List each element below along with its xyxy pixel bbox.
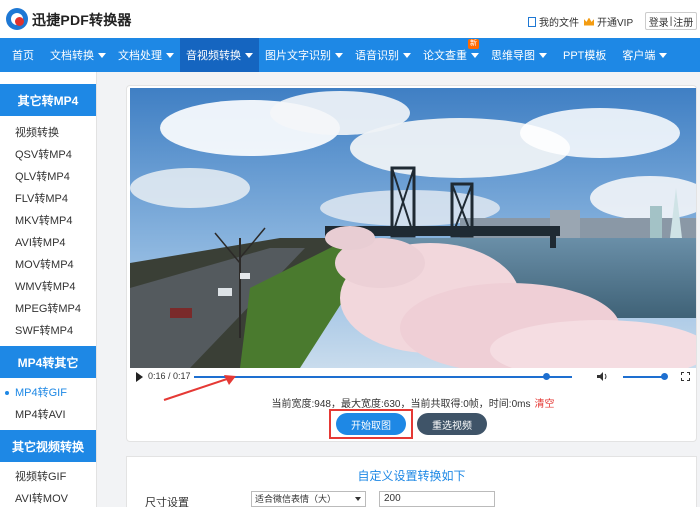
chevron-down-icon <box>659 52 668 58</box>
play-icon[interactable] <box>136 372 143 382</box>
nav-item-av-convert[interactable]: 音视频转换 <box>180 38 259 72</box>
nav-item-paper-check[interactable]: 论文查重新 <box>417 38 485 72</box>
nav-label: 文档处理 <box>118 50 162 62</box>
sidebar-item[interactable]: AVI转MOV <box>0 488 96 507</box>
fullscreen-icon[interactable] <box>681 372 690 381</box>
size-label: 尺寸设置 <box>145 497 189 507</box>
new-badge: 新 <box>468 39 479 49</box>
sidebar-section-title: 其它视频转换 <box>0 430 96 462</box>
nav-item-speech[interactable]: 语音识别 <box>349 38 417 72</box>
nav-label: 首页 <box>12 50 34 62</box>
sidebar-item[interactable]: QSV转MP4 <box>0 144 96 166</box>
settings-title: 自定义设置转换如下 <box>357 469 466 483</box>
nav-label: 图片文字识别 <box>265 50 331 62</box>
sidebar-item[interactable]: SWF转MP4 <box>0 320 96 342</box>
sidebar-item[interactable]: FLV转MP4 <box>0 188 96 210</box>
volume-icon[interactable] <box>597 371 608 382</box>
video-scene-image <box>130 88 696 368</box>
video-frame[interactable] <box>130 88 696 368</box>
my-files-label: 我的文件 <box>539 18 579 29</box>
sidebar-item[interactable]: AVI转MP4 <box>0 232 96 254</box>
nav-label: 音视频转换 <box>186 50 241 62</box>
nav-label: 客户端 <box>622 50 656 62</box>
app-title: 迅捷PDF转换器 <box>32 12 132 28</box>
size-select-value: 适合微信表情（大） <box>255 494 337 504</box>
capture-info: 当前宽度:948，最大宽度:630，当前共取得:0帧，时间:0ms 清空 <box>130 395 696 410</box>
nav-item-client[interactable]: 客户端 <box>616 38 673 72</box>
sidebar-item[interactable]: MP4转AVI <box>0 404 96 426</box>
chevron-down-icon <box>539 52 547 58</box>
nav-item-doc-process[interactable]: 文档处理 <box>112 38 180 72</box>
sidebar-item[interactable]: 视频转GIF <box>0 466 96 488</box>
my-files-link[interactable]: 我的文件 <box>528 14 579 29</box>
clear-link[interactable]: 清空 <box>534 399 554 410</box>
vip-link[interactable]: 开通VIP <box>584 14 633 29</box>
volume-slider[interactable] <box>623 376 665 378</box>
volume-knob[interactable] <box>661 373 668 380</box>
sidebar-section-title: 其它转MP4 <box>0 84 96 116</box>
sidebar-item[interactable]: MKV转MP4 <box>0 210 96 232</box>
sidebar-section-title: MP4转其它 <box>0 346 96 378</box>
nav-label: 语音识别 <box>355 50 399 62</box>
main-nav: 首页 文档转换 文档处理 音视频转换 图片文字识别 语音识别 论文查重新 思维导… <box>0 38 700 72</box>
progress-knob[interactable] <box>542 373 550 380</box>
nav-item-doc-convert[interactable]: 文档转换 <box>44 38 112 72</box>
chevron-down-icon <box>335 52 343 58</box>
start-capture-button[interactable]: 开始取图 <box>336 413 406 435</box>
nav-label: 文档转换 <box>50 50 94 62</box>
login-register-box: 登录 | 注册 <box>645 12 697 30</box>
size-input[interactable]: 200 <box>379 491 495 507</box>
sidebar-item-active[interactable]: MP4转GIF <box>0 382 96 404</box>
nav-item-ocr[interactable]: 图片文字识别 <box>259 38 349 72</box>
chevron-down-icon <box>403 52 411 58</box>
app-logo-icon <box>6 8 28 30</box>
register-link[interactable]: 注册 <box>673 14 693 29</box>
sidebar-item[interactable]: WMV转MP4 <box>0 276 96 298</box>
sidebar-item[interactable]: 视频转换 <box>0 122 96 144</box>
nav-item-home[interactable]: 首页 <box>0 38 44 72</box>
nav-label: 思维导图 <box>491 50 535 62</box>
document-icon <box>528 16 536 27</box>
chevron-down-icon <box>98 52 106 58</box>
nav-item-mindmap[interactable]: 思维导图 <box>485 38 553 72</box>
nav-label: PPT模板 <box>563 50 607 62</box>
separator: | <box>669 15 673 27</box>
chevron-down-icon <box>245 52 253 58</box>
nav-item-ppt[interactable]: PPT模板 <box>553 38 616 72</box>
progress-bar[interactable] <box>194 376 572 378</box>
chevron-down-icon <box>355 497 361 501</box>
sidebar-item[interactable]: MPEG转MP4 <box>0 298 96 320</box>
chevron-down-icon <box>471 52 479 58</box>
vip-label: 开通VIP <box>597 18 634 29</box>
size-select[interactable]: 适合微信表情（大） <box>251 491 366 507</box>
crown-icon <box>584 17 594 26</box>
nav-label: 论文查重 <box>423 50 467 62</box>
sidebar: 其它转MP4 视频转换 QSV转MP4 QLV转MP4 FLV转MP4 MKV转… <box>0 72 97 507</box>
chevron-down-icon <box>166 52 174 58</box>
top-header: 迅捷PDF转换器 我的文件 开通VIP 登录 | 注册 <box>0 0 700 38</box>
sidebar-item[interactable]: QLV转MP4 <box>0 166 96 188</box>
sidebar-item[interactable]: MOV转MP4 <box>0 254 96 276</box>
reselect-video-button[interactable]: 重选视频 <box>417 413 487 435</box>
login-link[interactable]: 登录 <box>649 14 669 29</box>
